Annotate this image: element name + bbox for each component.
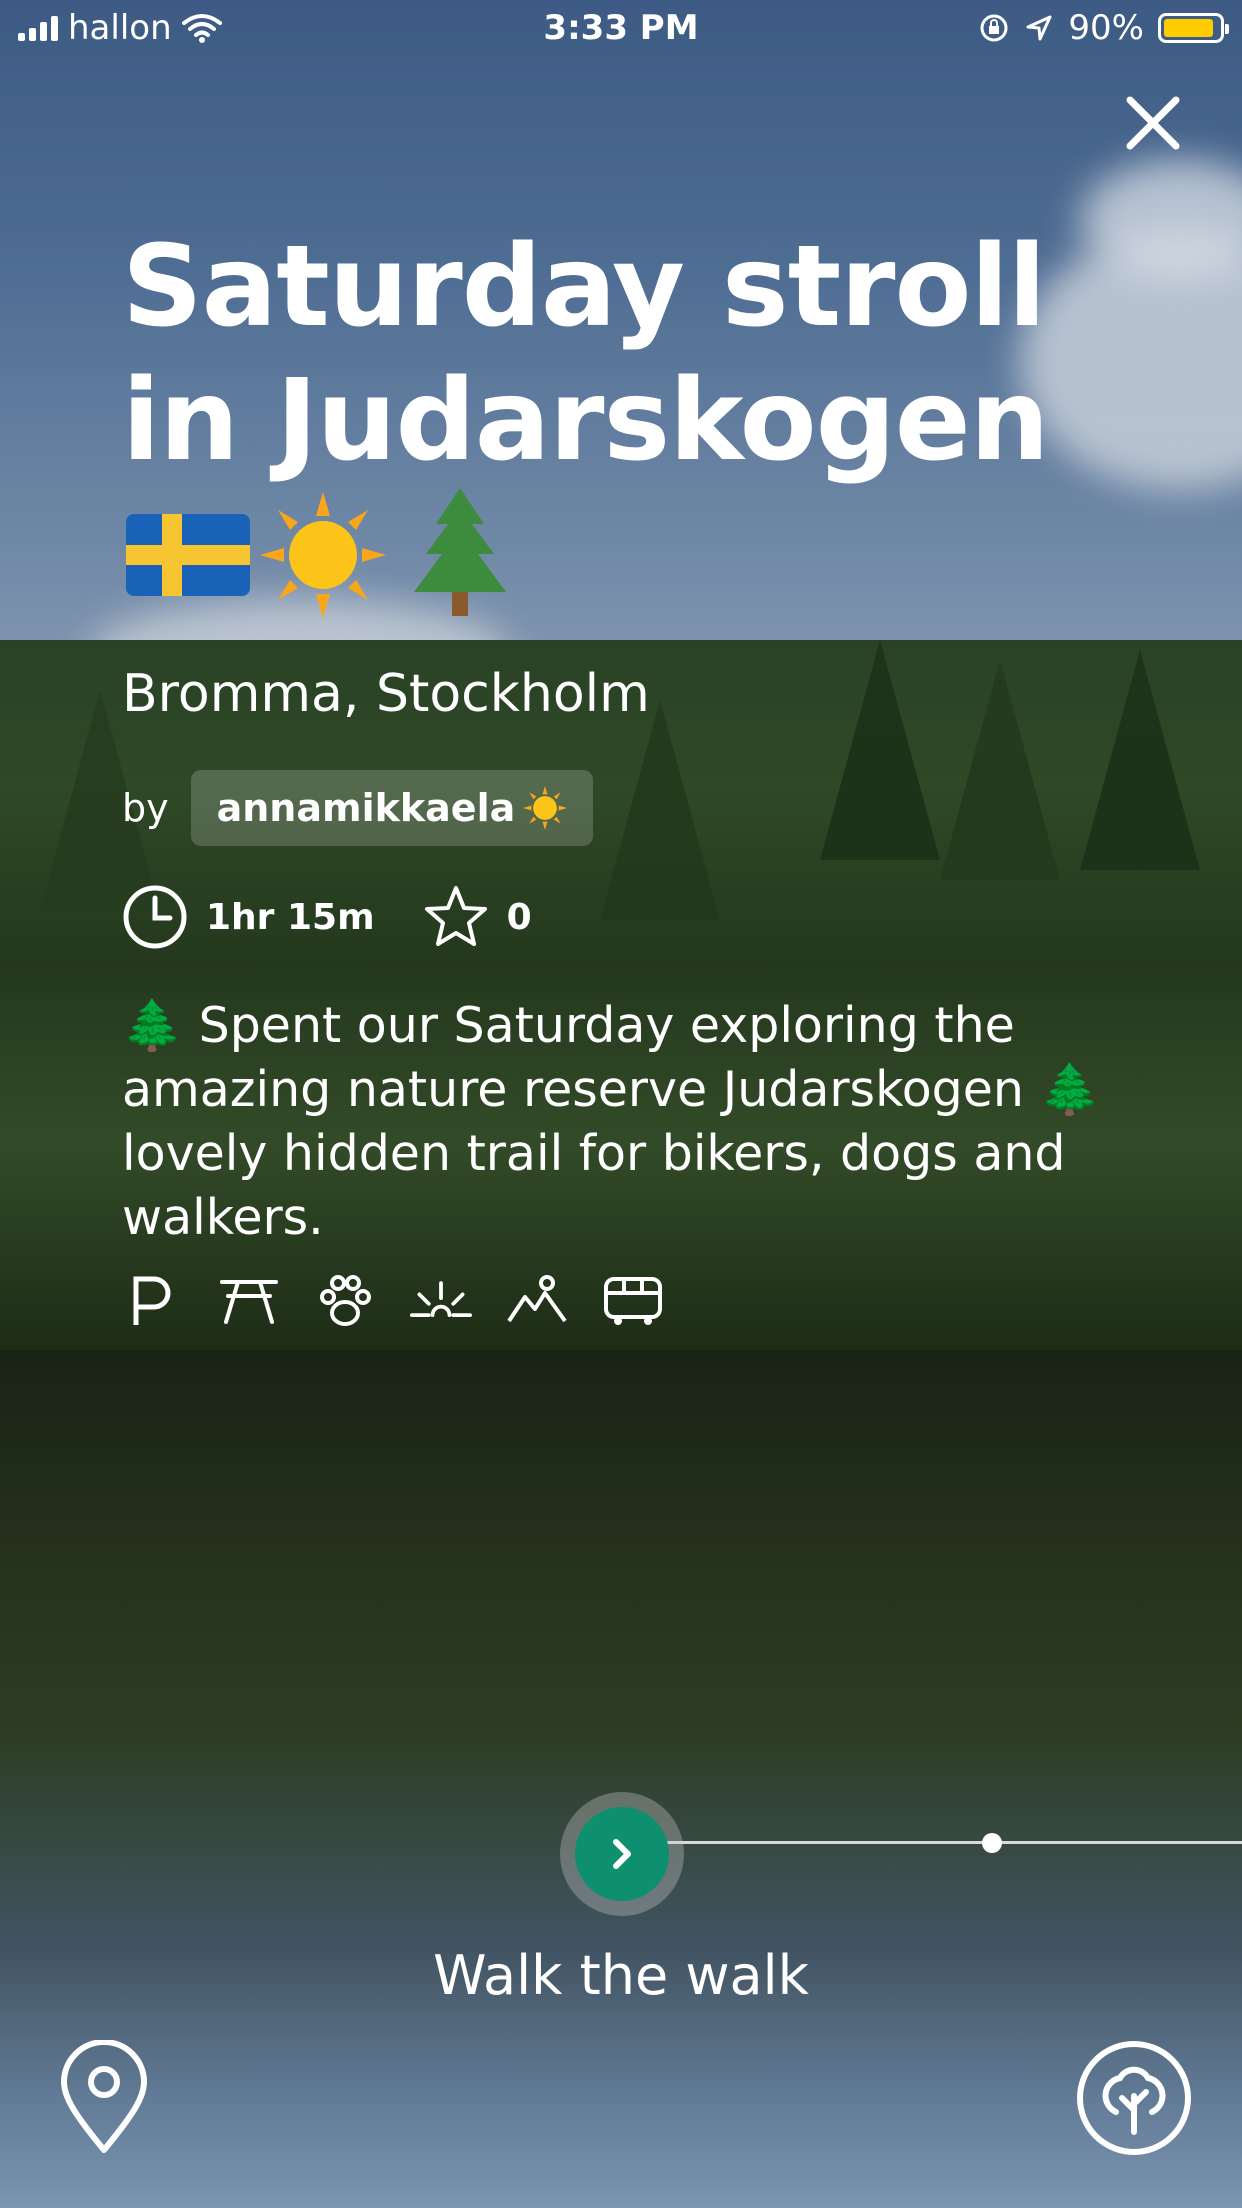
sun-icon: [523, 786, 568, 830]
star-count: 0: [506, 896, 532, 938]
battery-icon: [1158, 13, 1229, 43]
start-walk-button[interactable]: [560, 1792, 684, 1916]
walk-description: 🌲 Spent our Saturday exploring the amazi…: [122, 997, 1101, 1246]
progress-track: [660, 1841, 1242, 1844]
sun-icon: [260, 492, 386, 618]
tree-button[interactable]: [1076, 2040, 1192, 2156]
author-chip[interactable]: annamikkaela: [190, 770, 594, 846]
battery-percent: 90%: [1068, 8, 1144, 48]
walk-stats: 1hr 15m 0: [122, 884, 1122, 950]
location-arrow-icon: [1026, 15, 1052, 41]
walk-location: Bromma, Stockholm: [122, 664, 650, 724]
dog-paw-icon: [314, 1270, 376, 1332]
walk-progress: [560, 1792, 1242, 1916]
evergreen-tree-icon: [414, 488, 506, 616]
map-pin-button[interactable]: [56, 2039, 152, 2156]
chevron-right-icon: [613, 1839, 631, 1869]
walk-title: Saturday stroll in Judarskogen: [122, 222, 1049, 486]
progress-end-dot: [982, 1833, 1002, 1853]
sunset-icon: [410, 1270, 472, 1332]
clock-icon: [123, 885, 187, 949]
swedish-flag-icon: [126, 514, 250, 596]
status-bar: hallon 3:33 PM 90%: [0, 0, 1242, 62]
close-button[interactable]: [1118, 88, 1188, 158]
title-emojis: [122, 488, 1122, 618]
by-label: by: [122, 786, 169, 830]
close-icon: [1126, 96, 1180, 150]
bus-icon: [602, 1270, 664, 1332]
tree-icon: [1077, 2041, 1191, 2155]
walk-details: Saturday stroll in Judarskogen Bromma, S…: [122, 220, 1122, 1334]
parking-icon: [122, 1270, 184, 1332]
amenities-row: [122, 1268, 1122, 1334]
rotation-lock-icon: [980, 14, 1008, 42]
author-name: annamikkaela: [216, 786, 516, 830]
walk-the-walk-label[interactable]: Walk the walk: [0, 1944, 1242, 2007]
map-pin-icon: [61, 2039, 147, 2153]
author-row: by annamikkaela: [122, 770, 1122, 846]
hiking-icon: [506, 1270, 568, 1332]
picnic-table-icon: [218, 1270, 280, 1332]
walk-duration: 1hr 15m: [206, 896, 375, 938]
star-icon[interactable]: [423, 884, 489, 950]
